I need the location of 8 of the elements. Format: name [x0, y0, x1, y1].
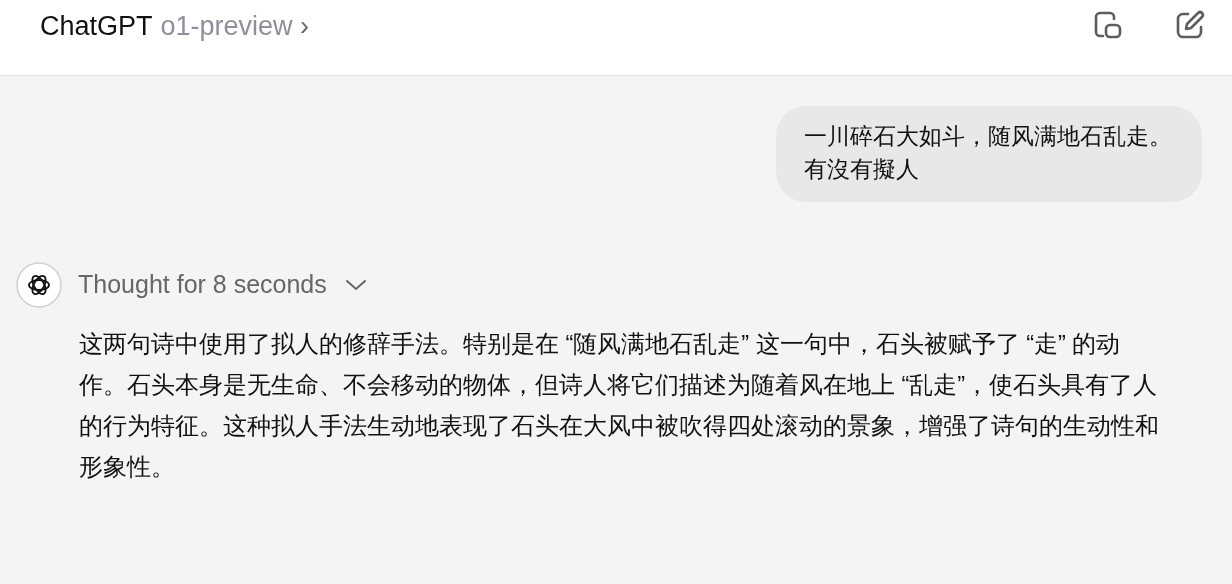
thought-toggle[interactable]: Thought for 8 seconds	[78, 270, 367, 300]
user-message-line: 一川碎石大如斗，随风满地石乱走。	[804, 122, 1172, 151]
chevron-icon	[344, 277, 367, 292]
app-title: ChatGPT	[40, 11, 153, 42]
assistant-avatar-icon	[16, 261, 62, 308]
user-message-line: 有沒有擬人	[804, 155, 920, 185]
model-selector[interactable]: o1-preview ›	[160, 11, 310, 42]
assistant-answer: 这两句诗中使用了拟人的修辞手法。特别是在 “随风满地石乱走” 这一句中，石头被赋予了 “走” 的动作。石头本身是无生命、不会移动的物体，但诗人将它们描述为随着风在地上 “乱走”，使石头具有了人的行为特征。这种拟人手法生动地表现了石头在大风中被吹得四处滚动的景象，增强了诗句的生动性和形象性。	[79, 329, 1159, 482]
